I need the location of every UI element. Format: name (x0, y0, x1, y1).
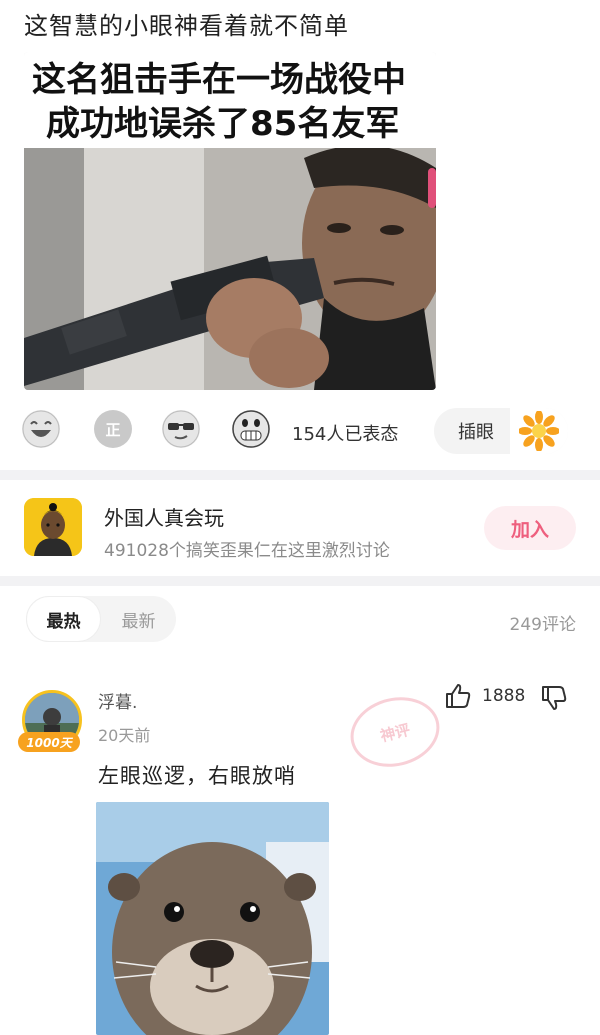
chaoyan-label: 插眼 (458, 422, 494, 443)
meme-caption-line-1: 这名狙击手在一场战役中 (32, 60, 406, 100)
group-description: 491028个搞笑歪果仁在这里激烈讨论 (104, 541, 390, 561)
comment-sort-tabs: 最热 最新 (26, 596, 176, 642)
comment-username[interactable]: 浮暮. (98, 688, 137, 713)
thumbs-up-icon[interactable] (444, 682, 472, 710)
comment-item: 1000天 浮暮. 20天前 左眼巡逻，右眼放哨 神评 1888 (0, 680, 600, 1035)
sunglasses-emoji-icon[interactable] (162, 410, 200, 448)
group-name: 外国人真会玩 (104, 506, 224, 530)
reaction-count: 154人已表态 (292, 424, 399, 445)
laughing-emoji-icon[interactable] (22, 410, 60, 448)
reaction-bar: 正 154人已表态 插眼 (0, 402, 600, 462)
comment-text: 左眼巡逻，右眼放哨 (98, 764, 296, 788)
join-button[interactable]: 加入 (484, 506, 576, 550)
otter-photo[interactable] (96, 802, 329, 1035)
separator (0, 576, 600, 586)
chaoyan-button[interactable]: 插眼 (434, 408, 568, 454)
tab-hot[interactable]: 最热 (26, 596, 101, 642)
god-comment-stamp: 神评 (343, 688, 447, 776)
days-badge: 1000天 (18, 732, 80, 752)
meme-caption: 这名狙击手在一场战役中 成功地误杀了85名友军 (24, 52, 436, 148)
grinning-emoji-icon[interactable] (232, 410, 270, 448)
thumbs-down-icon[interactable] (540, 684, 568, 712)
post-title: 这智慧的小眼神看着就不简单 (24, 12, 349, 40)
meme-image[interactable]: 这名狙击手在一场战役中 成功地误杀了85名友军 (24, 52, 436, 390)
sunflower-icon (510, 408, 568, 454)
separator (0, 470, 600, 480)
meme-caption-line-2: 成功地误杀了85名友军 (46, 104, 400, 144)
group-card[interactable]: 外国人真会玩 491028个搞笑歪果仁在这里激烈讨论 加入 (0, 482, 600, 574)
zheng-emoji-icon[interactable]: 正 (94, 410, 132, 448)
group-avatar (24, 498, 82, 556)
comment-count: 249评论 (509, 615, 576, 635)
comment-time: 20天前 (98, 726, 151, 745)
like-count: 1888 (482, 686, 526, 706)
sniper-photo (24, 148, 436, 390)
tab-new[interactable]: 最新 (101, 596, 176, 642)
